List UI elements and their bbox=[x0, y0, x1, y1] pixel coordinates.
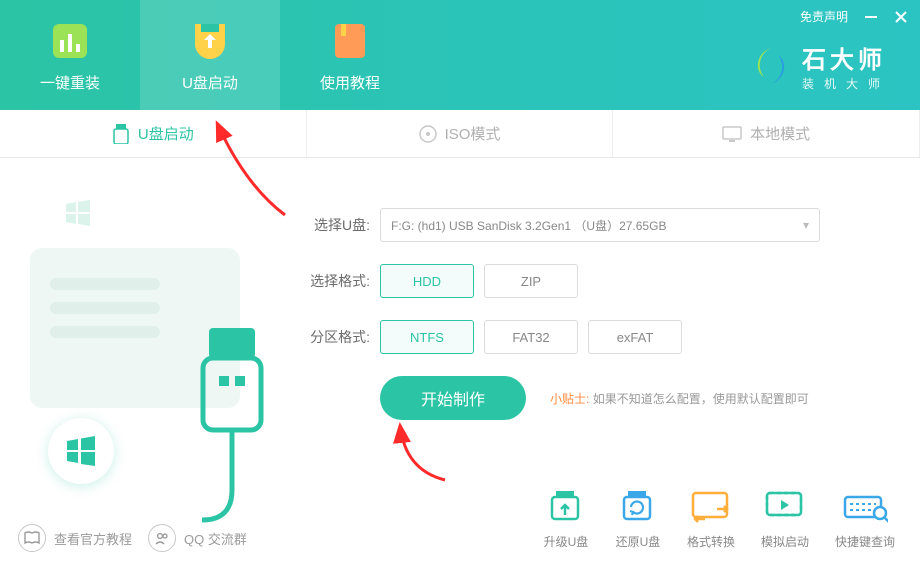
minimize-button[interactable] bbox=[864, 10, 878, 24]
disk-value: F:G: (hd1) USB SanDisk 3.2Gen1 （U盘）27.65… bbox=[391, 217, 666, 234]
usb-cable-icon bbox=[195, 328, 275, 548]
label: 升级U盘 bbox=[544, 533, 589, 550]
main-content: 选择U盘: F:G: (hd1) USB SanDisk 3.2Gen1 （U盘… bbox=[0, 158, 920, 520]
label: 格式转换 bbox=[687, 533, 735, 550]
format-convert-button[interactable]: 格式转换 bbox=[687, 489, 735, 550]
keyboard-search-icon bbox=[842, 489, 888, 525]
start-button[interactable]: 开始制作 bbox=[380, 376, 526, 420]
label: QQ 交流群 bbox=[184, 529, 247, 548]
format-hdd-option[interactable]: HDD bbox=[380, 264, 474, 298]
restore-usb-button[interactable]: 还原U盘 bbox=[615, 489, 661, 550]
bottom-actions: 升级U盘 还原U盘 格式转换 模拟启动 快捷键查询 bbox=[543, 489, 895, 550]
nav-label: 使用教程 bbox=[320, 72, 380, 93]
nav-label: 一键重装 bbox=[40, 72, 100, 93]
tab-label: 本地模式 bbox=[750, 123, 810, 144]
official-tutorial-link[interactable]: 查看官方教程 bbox=[18, 524, 132, 552]
nav-tutorial[interactable]: 使用教程 bbox=[280, 0, 420, 110]
tab-local[interactable]: 本地模式 bbox=[613, 110, 920, 157]
nav-label: U盘启动 bbox=[182, 72, 238, 93]
tab-label: U盘启动 bbox=[138, 123, 194, 144]
restore-icon bbox=[615, 489, 661, 525]
windows-badge-icon bbox=[48, 418, 114, 484]
chevron-down-icon: ▾ bbox=[803, 218, 809, 232]
usb-icon bbox=[112, 124, 130, 144]
close-button[interactable] bbox=[894, 10, 908, 24]
simulate-boot-button[interactable]: 模拟启动 bbox=[761, 489, 809, 550]
upgrade-usb-button[interactable]: 升级U盘 bbox=[543, 489, 589, 550]
book-icon bbox=[327, 18, 373, 64]
tab-usb-boot[interactable]: U盘启动 bbox=[0, 110, 307, 157]
brand: 石大师 装机大师 bbox=[750, 40, 890, 92]
windows-icon bbox=[58, 193, 98, 233]
monitor-icon bbox=[722, 126, 742, 142]
disclaimer-link[interactable]: 免责声明 bbox=[800, 8, 848, 25]
partition-ntfs-option[interactable]: NTFS bbox=[380, 320, 474, 354]
qq-group-link[interactable]: QQ 交流群 bbox=[148, 524, 247, 552]
upgrade-icon bbox=[543, 489, 589, 525]
format-zip-option[interactable]: ZIP bbox=[484, 264, 578, 298]
label: 快捷键查询 bbox=[835, 533, 895, 550]
footer-links: 查看官方教程 QQ 交流群 bbox=[18, 524, 247, 552]
form-area: 选择U盘: F:G: (hd1) USB SanDisk 3.2Gen1 （U盘… bbox=[300, 158, 920, 520]
usb-shield-icon bbox=[187, 18, 233, 64]
hotkey-lookup-button[interactable]: 快捷键查询 bbox=[835, 489, 895, 550]
tip-highlight: 小贴士: bbox=[550, 392, 589, 406]
illustration-panel bbox=[0, 158, 300, 520]
mode-tabs: U盘启动 ISO模式 本地模式 bbox=[0, 110, 920, 158]
brand-logo-icon bbox=[750, 45, 792, 87]
brand-name: 石大师 bbox=[802, 40, 890, 75]
book-open-icon bbox=[18, 524, 46, 552]
brand-sub: 装机大师 bbox=[802, 75, 890, 92]
partition-label: 分区格式: bbox=[300, 327, 380, 347]
tip-text: 小贴士: 如果不知道怎么配置，使用默认配置即可 bbox=[550, 390, 809, 407]
tab-label: ISO模式 bbox=[445, 123, 501, 144]
convert-icon bbox=[688, 489, 734, 525]
disk-select[interactable]: F:G: (hd1) USB SanDisk 3.2Gen1 （U盘）27.65… bbox=[380, 208, 820, 242]
simulate-icon bbox=[762, 489, 808, 525]
window-controls: 免责声明 bbox=[800, 8, 908, 25]
partition-exfat-option[interactable]: exFAT bbox=[588, 320, 682, 354]
app-header: 免责声明 一键重装 U盘启动 使用教程 石大师 装机大师 bbox=[0, 0, 920, 110]
label: 查看官方教程 bbox=[54, 529, 132, 548]
disc-icon bbox=[419, 125, 437, 143]
partition-fat32-option[interactable]: FAT32 bbox=[484, 320, 578, 354]
people-icon bbox=[148, 524, 176, 552]
nav-reinstall[interactable]: 一键重装 bbox=[0, 0, 140, 110]
nav-usb-boot[interactable]: U盘启动 bbox=[140, 0, 280, 110]
format-label: 选择格式: bbox=[300, 271, 380, 291]
tab-iso[interactable]: ISO模式 bbox=[307, 110, 614, 157]
label: 模拟启动 bbox=[761, 533, 809, 550]
bar-chart-icon bbox=[47, 18, 93, 64]
label: 还原U盘 bbox=[616, 533, 661, 550]
disk-label: 选择U盘: bbox=[300, 215, 380, 235]
